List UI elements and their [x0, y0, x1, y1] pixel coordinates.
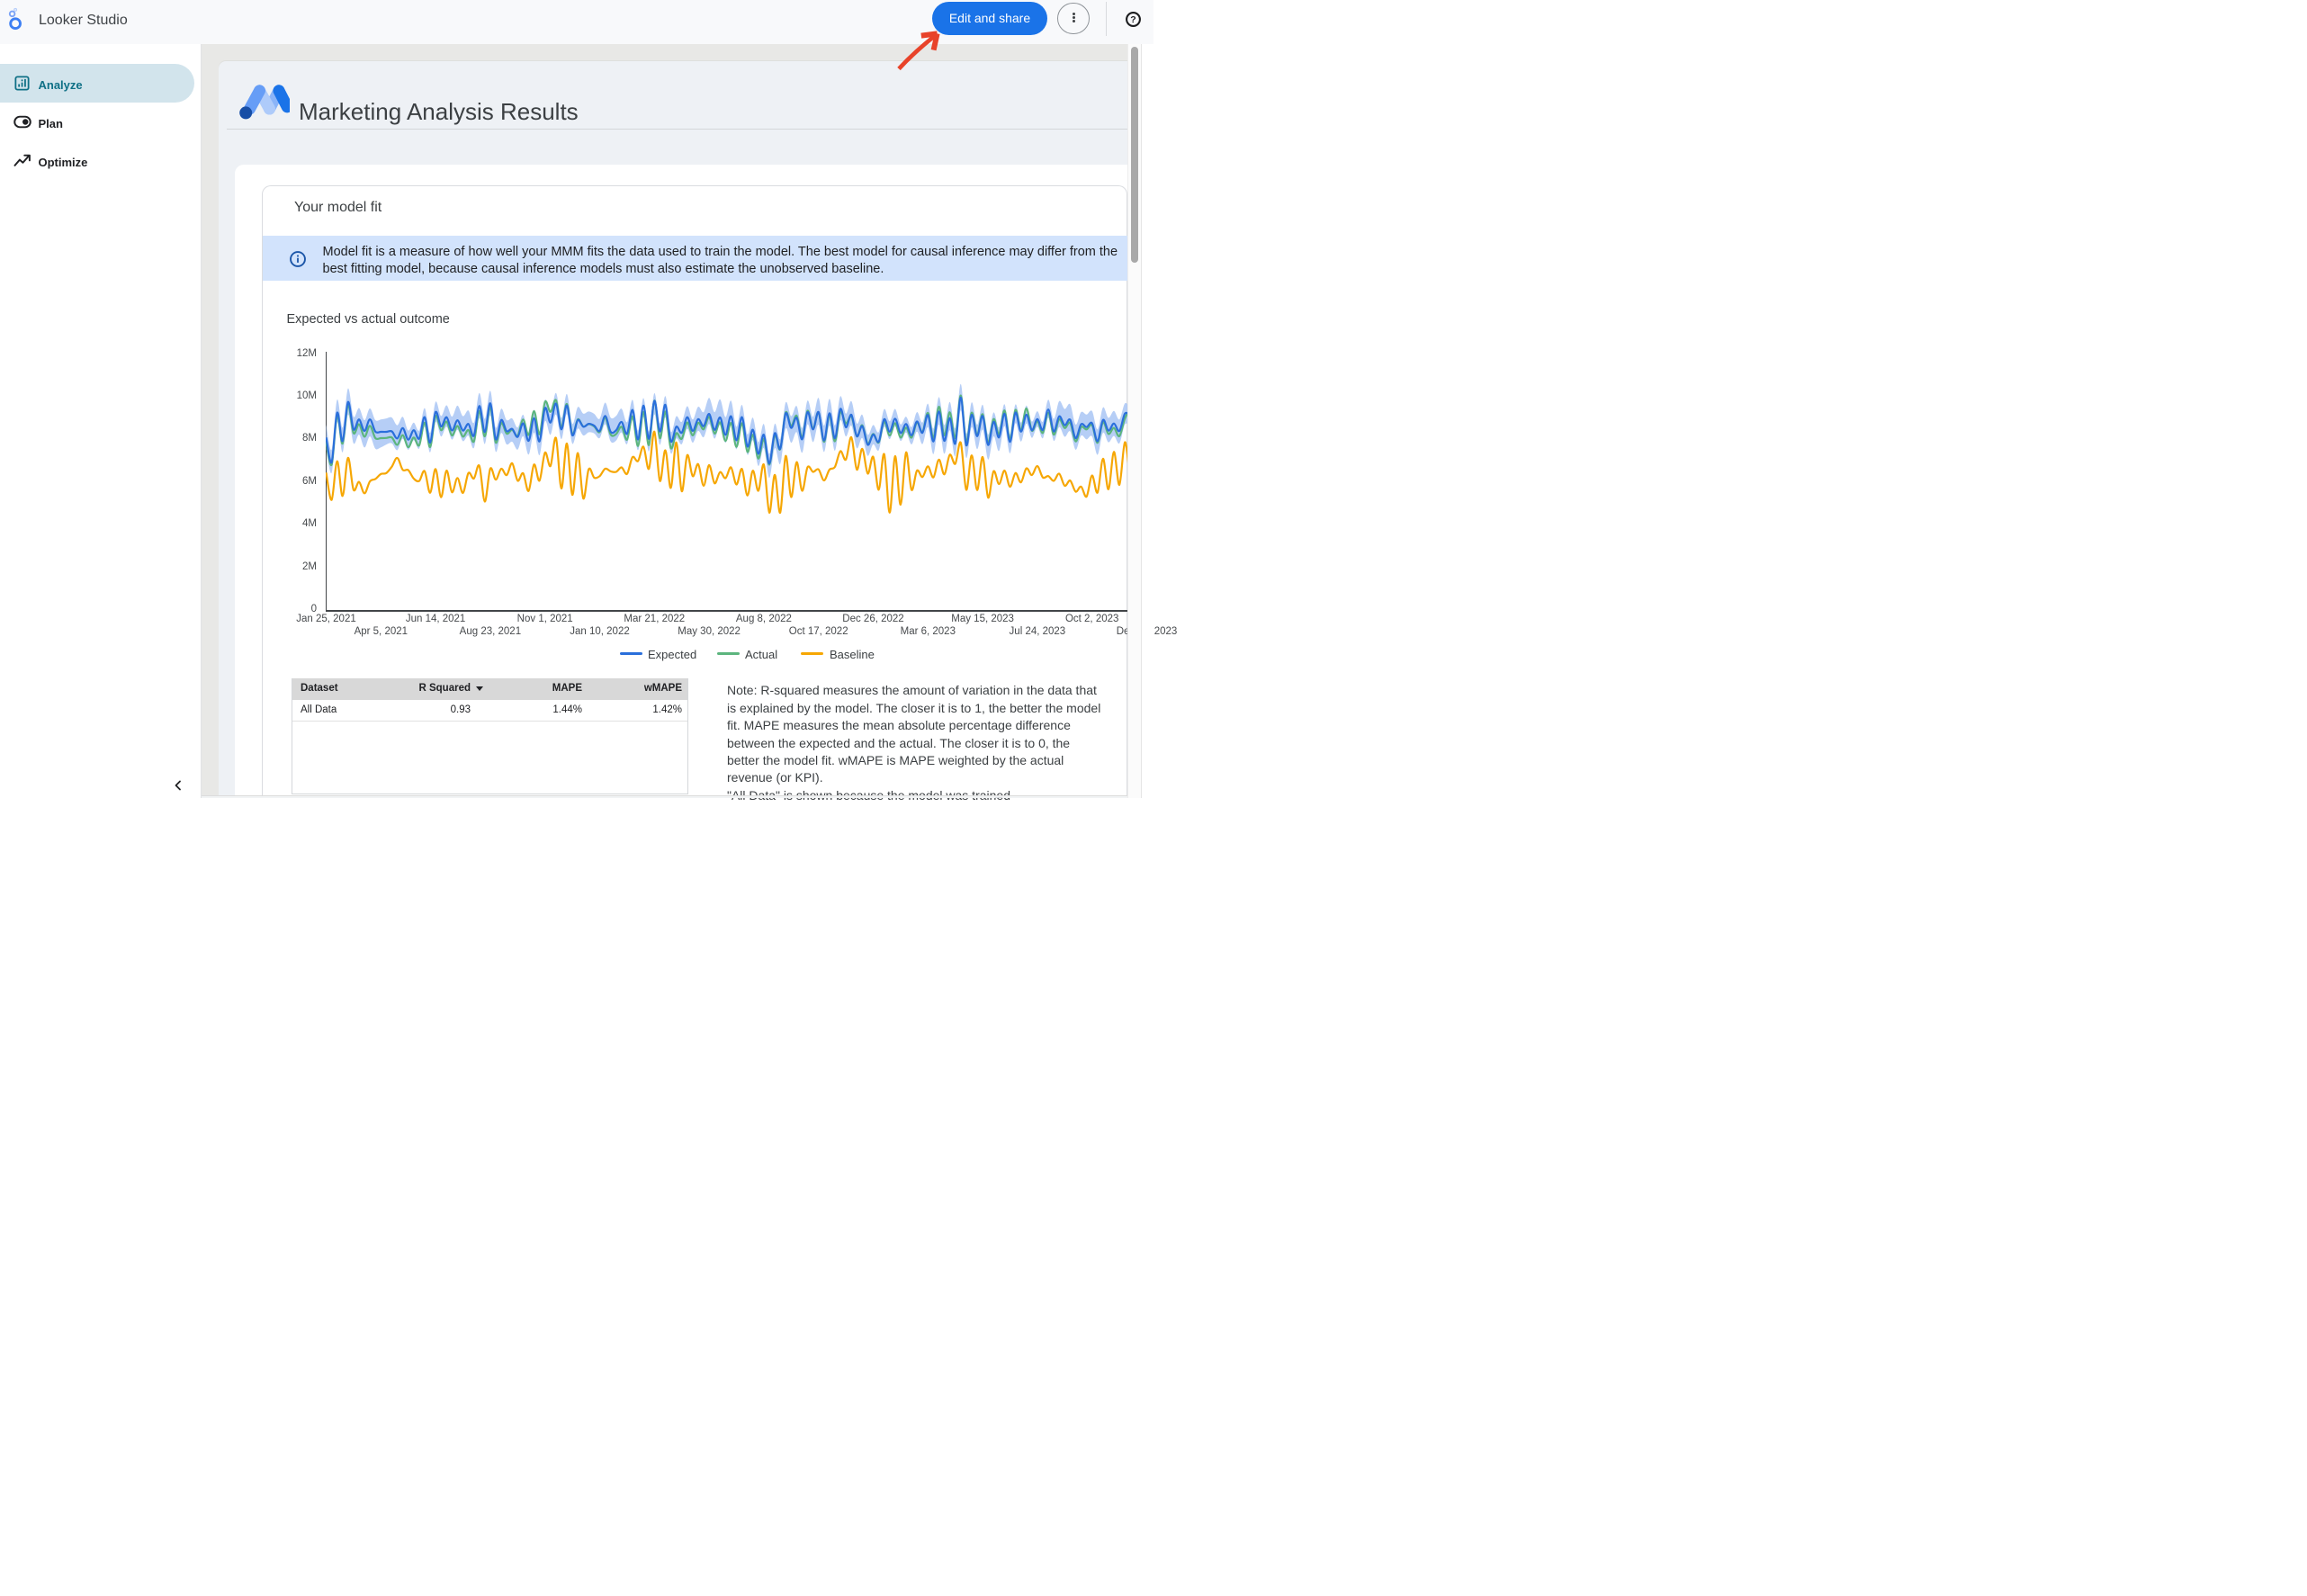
svg-text:?: ?	[1130, 14, 1136, 25]
